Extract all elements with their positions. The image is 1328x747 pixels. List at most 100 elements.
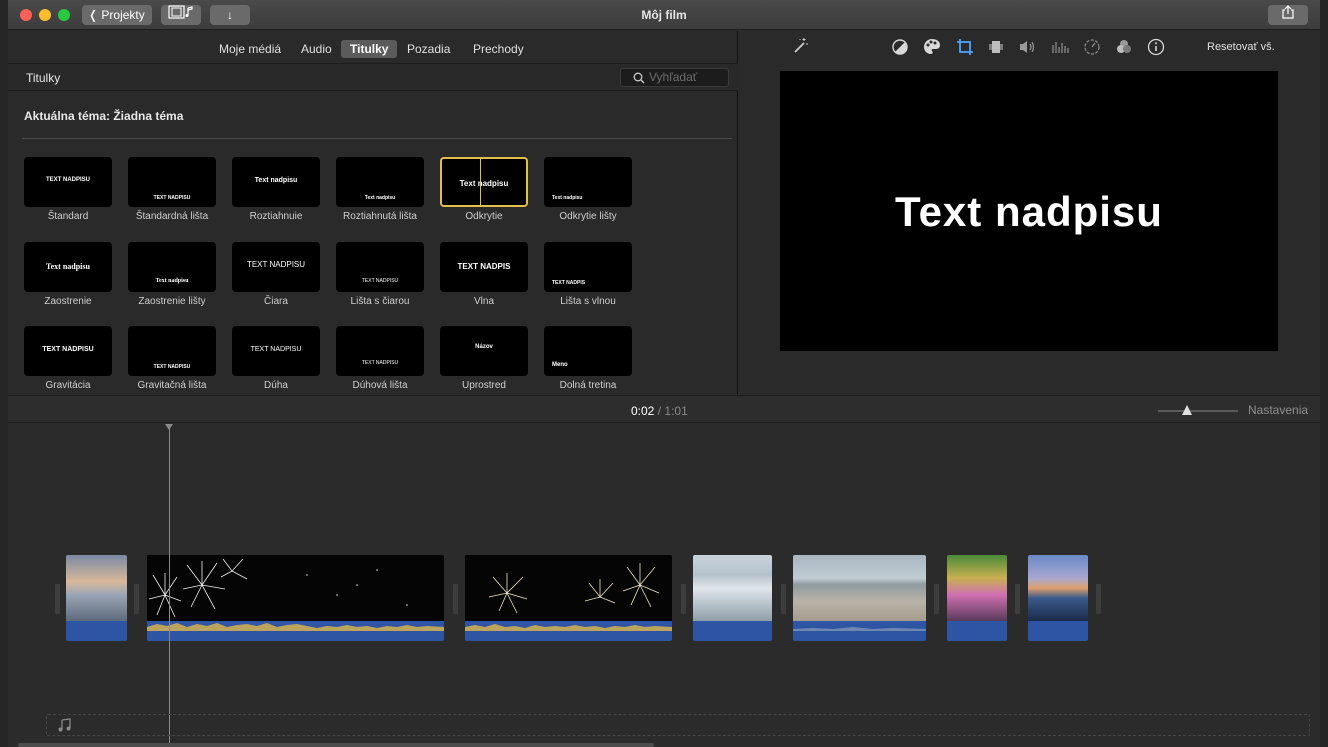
title-tile[interactable]: Názov <box>440 326 528 376</box>
transition-handle[interactable] <box>681 584 686 614</box>
tab-my-media[interactable]: Moje médiá <box>210 40 290 58</box>
title-tile-label: Odkrytie <box>465 211 503 222</box>
timecode: 0:02 / 1:01 <box>631 404 688 418</box>
title-tile-label: Lišta s vlnou <box>560 296 616 307</box>
tab-transitions[interactable]: Prechody <box>464 40 533 58</box>
title-tile[interactable]: Text nadpisu <box>336 157 424 207</box>
title-tile-label: Dúha <box>264 380 288 391</box>
tab-backgrounds[interactable]: Pozadia <box>398 40 459 58</box>
title-tile-label: Dolná tretina <box>559 380 617 391</box>
playhead[interactable] <box>169 424 170 747</box>
title-tile[interactable]: TEXT NADPIS <box>544 242 632 292</box>
title-tile[interactable]: Text nadpisu <box>232 157 320 207</box>
title-tile-preview: TEXT NADPISU <box>45 177 90 183</box>
title-tile-preview: TEXT NADPISU <box>153 364 191 370</box>
title-tile[interactable]: TEXT NADPISU <box>336 242 424 292</box>
title-tile-label: Dúhová lišta <box>352 380 408 391</box>
info-icon[interactable] <box>1147 38 1165 59</box>
title-tile[interactable]: TEXT NADPISU <box>24 157 112 207</box>
equalizer-icon[interactable] <box>1051 39 1069 58</box>
divider <box>22 138 732 139</box>
stabilization-icon[interactable] <box>988 39 1004 58</box>
transition-handle[interactable] <box>1015 584 1020 614</box>
timeline[interactable] <box>8 424 1320 747</box>
speed-icon[interactable] <box>1083 38 1101 59</box>
title-tile-label: Roztiahnuie <box>249 211 303 222</box>
transition-handle[interactable] <box>934 584 939 614</box>
window-title: Môj film <box>641 8 687 22</box>
clip-sea-shore[interactable] <box>793 555 926 641</box>
title-tile[interactable]: TEXT NADPISU <box>232 326 320 376</box>
transition-handle[interactable] <box>134 584 139 614</box>
title-tile-preview: TEXT NADPIS <box>552 280 586 286</box>
transition-handle[interactable] <box>1096 584 1101 614</box>
title-tile-label: Gravitácia <box>45 380 91 391</box>
volume-icon[interactable] <box>1019 39 1037 58</box>
clip-sunset-sea[interactable] <box>1028 555 1088 641</box>
viewer-title-text: Text nadpisu <box>895 188 1163 235</box>
title-tile-preview: TEXT NADPISU <box>361 360 399 366</box>
title-tile[interactable]: Text nadpisu <box>128 242 216 292</box>
horizontal-scrollbar[interactable] <box>18 743 654 747</box>
filter-icon[interactable] <box>1115 39 1133 58</box>
title-tile[interactable]: TEXT NADPISU <box>128 326 216 376</box>
zoom-slider[interactable] <box>1158 405 1238 415</box>
title-tile-label: Vlna <box>473 296 494 307</box>
music-note-icon <box>58 718 71 732</box>
title-tile[interactable]: TEXT NADPISU <box>24 326 112 376</box>
title-tile-preview: Text nadpisu <box>459 179 509 188</box>
title-tile-preview: TEXT NADPISU <box>250 346 302 353</box>
clip-waves[interactable] <box>693 555 772 641</box>
title-tile-label: Zaostrenie <box>44 296 92 307</box>
share-button[interactable] <box>1268 5 1308 25</box>
content-browser: Moje médiá Audio Titulky Pozadia Prechod… <box>8 31 738 394</box>
title-tile[interactable]: TEXT NADPISU <box>232 242 320 292</box>
clip-fireworks-1[interactable] <box>147 555 444 641</box>
title-tile[interactable]: TEXT NADPIS <box>440 242 528 292</box>
title-tile[interactable]: Text nadpisu <box>24 242 112 292</box>
color-balance-icon[interactable] <box>892 39 908 58</box>
magic-wand-icon[interactable] <box>791 37 809 58</box>
current-time: 0:02 <box>631 404 655 418</box>
reset-all-button[interactable]: Resetovať vš. <box>1207 41 1275 53</box>
color-palette-icon[interactable] <box>923 38 941 59</box>
title-tile-preview: Text nadpisu <box>254 177 298 184</box>
app-window: ❬ Projekty ↓ Môj film Moje médiá Audio T… <box>8 0 1320 747</box>
title-tile-preview: TEXT NADPIS <box>457 262 511 271</box>
title-tile-preview: Text nadpisu <box>552 195 583 201</box>
reveal-line <box>480 159 481 205</box>
zoom-slider-handle[interactable] <box>1182 405 1192 415</box>
transition-handle[interactable] <box>55 584 60 614</box>
clip-fireworks-2[interactable] <box>465 555 672 641</box>
crop-icon[interactable] <box>956 38 974 59</box>
tab-titles[interactable]: Titulky <box>341 40 398 58</box>
title-bar: ❬ Projekty ↓ Môj film <box>8 0 1320 30</box>
title-tile-preview: Názov <box>475 344 493 350</box>
music-track[interactable] <box>46 714 1310 736</box>
settings-button[interactable]: Nastavenia <box>1248 403 1308 417</box>
title-tile[interactable]: TEXT NADPISU <box>336 326 424 376</box>
title-tile-preview: Text nadpisu <box>364 195 396 201</box>
clip-concert[interactable] <box>947 555 1007 641</box>
timecode-bar: 0:02 / 1:01 Nastavenia <box>8 395 1320 423</box>
title-tile[interactable]: Text nadpisu <box>440 157 528 207</box>
title-tile-label: Štandardná lišta <box>135 211 209 222</box>
title-tile-label: Roztiahnutá lišta <box>343 211 417 222</box>
transition-handle[interactable] <box>453 584 458 614</box>
title-tile[interactable]: Text nadpisu <box>544 157 632 207</box>
title-tile-preview: TEXT NADPISU <box>361 278 399 284</box>
total-duration: 1:01 <box>664 404 688 418</box>
title-tile-label: Odkrytie lišty <box>559 211 617 222</box>
title-tile-preview: TEXT NADPISU <box>153 195 191 201</box>
search-input[interactable]: Vyhľadať <box>620 68 729 87</box>
browser-tabs: Moje médiá Audio Titulky Pozadia Prechod… <box>8 31 738 63</box>
title-tile-label: Lišta s čiarou <box>350 296 410 307</box>
clip-beach-sunset[interactable] <box>66 555 127 641</box>
title-tile[interactable]: Meno <box>544 326 632 376</box>
tab-audio[interactable]: Audio <box>292 40 341 58</box>
title-tile[interactable]: TEXT NADPISU <box>128 157 216 207</box>
transition-handle[interactable] <box>781 584 786 614</box>
title-tile-preview: Text nadpisu <box>155 278 189 284</box>
title-tile-label: Čiara <box>264 296 288 307</box>
title-tile-label: Gravitačná lišta <box>137 380 207 391</box>
